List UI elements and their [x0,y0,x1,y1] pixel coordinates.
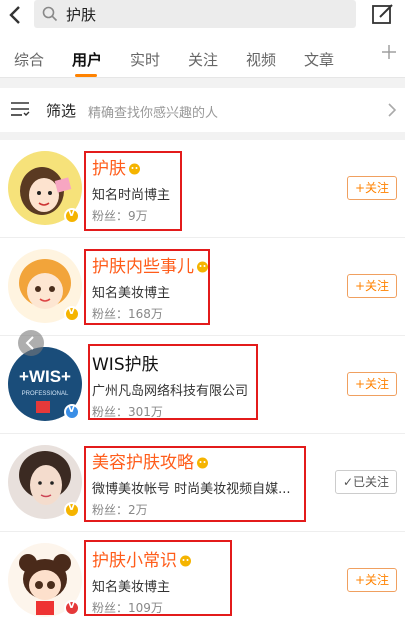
avatar-logo-text: +WIS+ [19,367,71,386]
follow-button[interactable]: +关注 [347,568,397,592]
verified-badge: V [64,306,80,322]
chevron-right-icon [388,103,397,117]
user-row[interactable]: V 护肤小常识 知名美妆博主 粉丝：109万 +关注 [0,532,405,629]
tab-general[interactable]: 综合 [14,49,44,70]
highlight-box [84,540,232,616]
filter-title: 筛选 [46,102,77,120]
active-tab-indicator [75,74,97,77]
top-bar: 护肤 [0,0,405,30]
tab-following[interactable]: 关注 [188,49,218,70]
follow-button[interactable]: +关注 [347,372,397,396]
verified-badge: V [64,600,80,616]
compose-icon[interactable] [371,2,395,26]
user-row[interactable]: V 护肤 知名时尚博主 粉丝：9万 +关注 [0,140,405,238]
filter-hint: 精确查找你感兴趣的人 [88,106,219,121]
highlight-box [84,249,210,325]
highlight-box [88,344,258,420]
verified-badge: V [64,208,80,224]
tab-bar: 综合 用户 实时 关注 视频 文章 [0,30,405,78]
filter-icon [11,102,30,116]
highlight-box [84,446,306,522]
add-tab-icon[interactable] [381,44,397,60]
carousel-prev-button[interactable] [18,330,44,356]
follow-button[interactable]: +关注 [347,176,397,200]
user-row[interactable]: V 护肤内些事儿 知名美妆博主 粉丝：168万 +关注 [0,238,405,336]
verified-badge: V [64,404,80,420]
avatar-logo-subtext: PROFESSIONAL [21,391,69,397]
tab-videos[interactable]: 视频 [246,49,276,70]
follow-button[interactable]: +关注 [347,274,397,298]
search-query[interactable]: 护肤 [66,4,96,25]
user-list: V 护肤 知名时尚博主 粉丝：9万 +关注 V 护肤内些事儿 知名美妆博主 粉丝… [0,140,405,629]
tab-users[interactable]: 用户 [72,49,102,70]
highlight-box [84,151,182,231]
user-row[interactable]: V 美容护肤攻略 微博美妆帐号 时尚美妆视频自媒... 粉丝：2万 ✓已关注 [0,434,405,532]
filter-row[interactable]: 筛选 精确查找你感兴趣的人 [0,88,405,132]
verified-badge: V [64,502,80,518]
tab-articles[interactable]: 文章 [304,49,334,70]
following-button[interactable]: ✓已关注 [335,470,397,494]
chevron-left-icon [25,336,34,350]
user-row[interactable]: +WIS+ PROFESSIONAL V WIS护肤 广州凡岛网络科技有限公司 … [0,336,405,434]
red-cross-icon [36,401,50,413]
search-box[interactable]: 护肤 [34,0,356,28]
back-arrow-icon[interactable] [6,4,26,26]
tab-realtime[interactable]: 实时 [130,49,160,70]
search-icon [42,6,58,22]
